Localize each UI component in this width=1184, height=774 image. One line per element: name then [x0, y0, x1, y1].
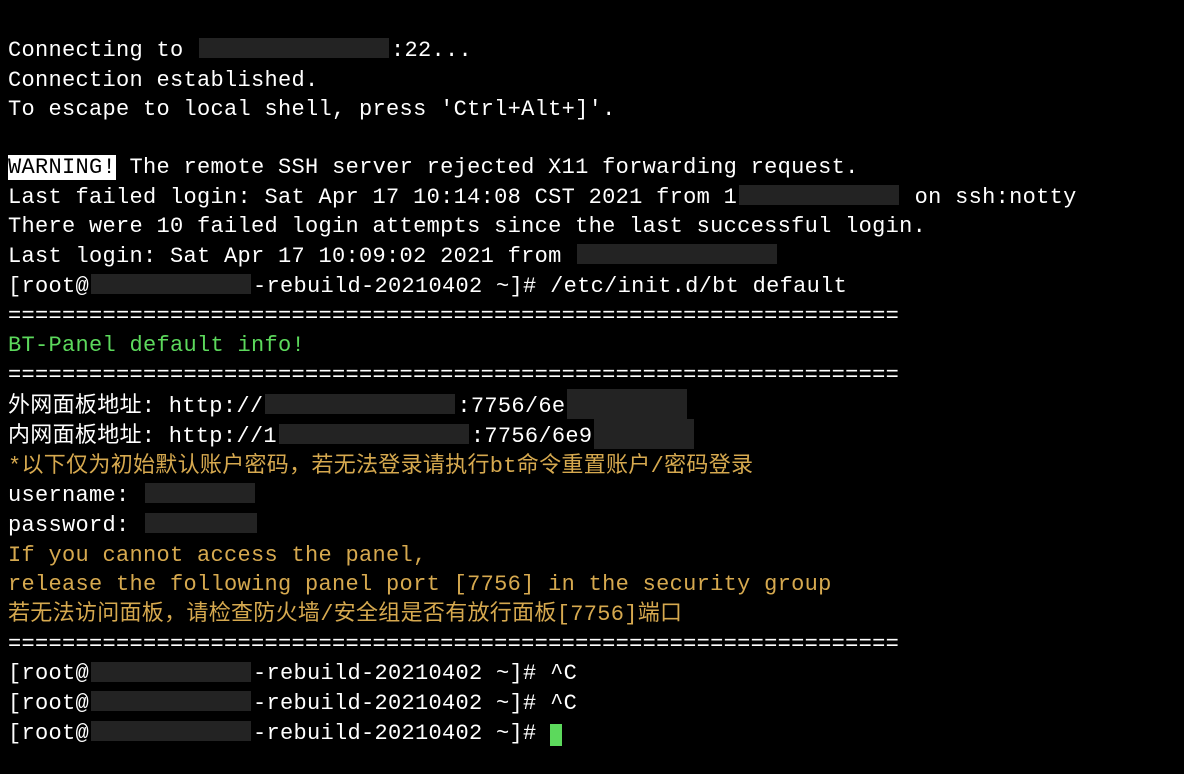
redacted-host [91, 274, 251, 294]
access-note-cn: 若无法访问面板，请检查防火墙/安全组是否有放行面板[7756]端口 [8, 600, 1184, 630]
redacted-url [265, 394, 455, 414]
username-line: username: [8, 481, 1184, 511]
prompt-line-2[interactable]: [root@-rebuild-20210402 ~]# ^C [8, 659, 1184, 689]
connection-established: Connection established. [8, 66, 1184, 96]
redacted-password [145, 513, 257, 533]
failed-attempts: There were 10 failed login attempts sinc… [8, 212, 1184, 242]
redacted-ip [199, 38, 389, 58]
escape-instructions: To escape to local shell, press 'Ctrl+Al… [8, 95, 1184, 125]
command-text: ^C [550, 691, 577, 716]
cursor-icon [550, 724, 562, 746]
command-text: /etc/init.d/bt default [550, 274, 847, 299]
last-login: Last login: Sat Apr 17 10:09:02 2021 fro… [8, 242, 1184, 272]
warning-badge: WARNING! [8, 155, 116, 180]
access-note-2: release the following panel port [7756] … [8, 570, 1184, 600]
warning-text: The remote SSH server rejected X11 forwa… [116, 155, 859, 180]
internal-panel-url: 内网面板地址: http://1:7756/6e9 [8, 421, 1184, 452]
command-text: ^C [550, 661, 577, 686]
redacted-username [145, 483, 255, 503]
redacted-host [91, 691, 251, 711]
redacted-url [594, 419, 694, 449]
cn-warning: *以下仅为初始默认账户密码，若无法登录请执行bt命令重置账户/密码登录 [8, 452, 1184, 482]
redacted-host [91, 662, 251, 682]
panel-info-title: BT-Panel default info! [8, 331, 1184, 361]
connecting-before: Connecting to [8, 38, 197, 63]
separator: ========================================… [8, 302, 1184, 332]
separator: ========================================… [8, 361, 1184, 391]
prompt-line-4[interactable]: [root@-rebuild-20210402 ~]# [8, 719, 1184, 749]
separator: ========================================… [8, 630, 1184, 660]
password-line: password: [8, 511, 1184, 541]
redacted-url [567, 389, 687, 419]
connecting-line: Connecting to :22... [8, 36, 1184, 66]
prompt-line-1[interactable]: [root@-rebuild-20210402 ~]# /etc/init.d/… [8, 272, 1184, 302]
connecting-after: :22... [391, 38, 472, 63]
redacted-ip [739, 185, 899, 205]
prompt-line-3[interactable]: [root@-rebuild-20210402 ~]# ^C [8, 689, 1184, 719]
external-panel-url: 外网面板地址: http://:7756/6e [8, 391, 1184, 422]
last-failed-login: Last failed login: Sat Apr 17 10:14:08 C… [8, 183, 1184, 213]
redacted-url [279, 424, 469, 444]
access-note-1: If you cannot access the panel, [8, 541, 1184, 571]
redacted-ip [577, 244, 777, 264]
warning-line: WARNING! The remote SSH server rejected … [8, 153, 1184, 183]
redacted-host [91, 721, 251, 741]
